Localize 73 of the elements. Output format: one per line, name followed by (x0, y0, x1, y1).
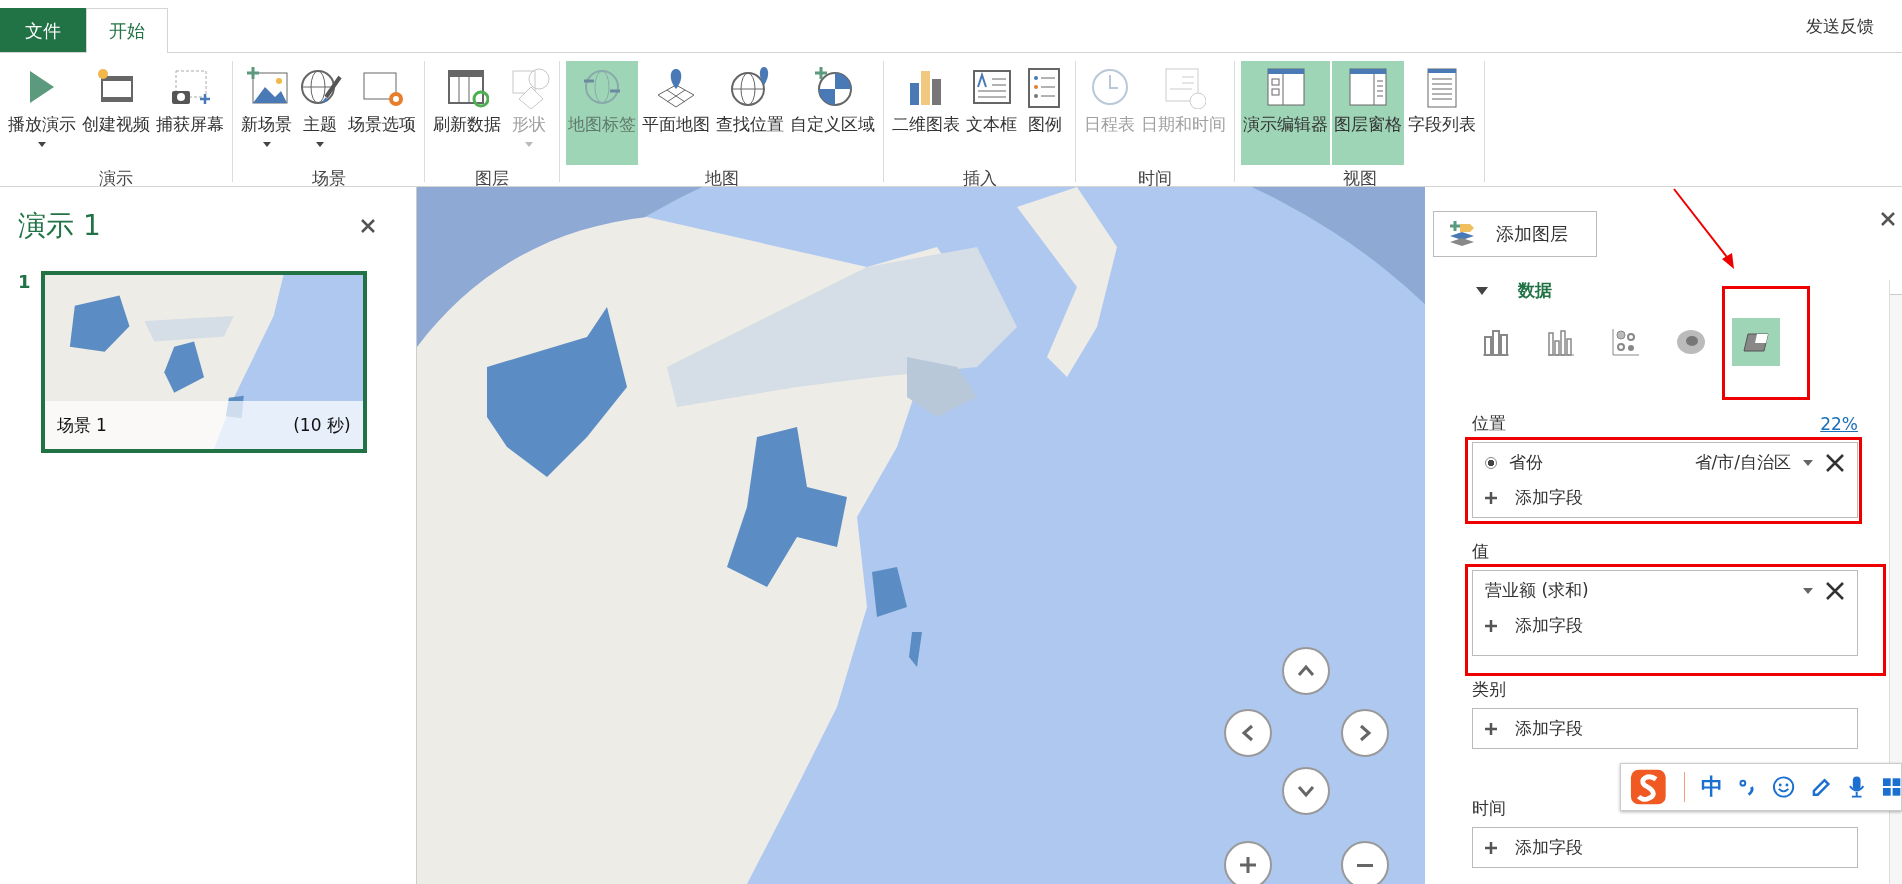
section-title: 数据 (1518, 279, 1552, 302)
group-label: 场景 (311, 167, 346, 190)
caret-icon (525, 142, 533, 147)
minus-icon (1357, 863, 1373, 867)
group-label: 地图 (704, 167, 739, 190)
close-icon[interactable] (1880, 211, 1896, 227)
ribbon-button[interactable]: 场景选项 (346, 61, 418, 165)
window-icon (1346, 65, 1390, 109)
microphone-icon[interactable] (1848, 775, 1866, 799)
group-label: 时间 (1138, 167, 1172, 190)
ribbon-button[interactable]: 图例 (1021, 61, 1069, 165)
plus-icon (1485, 491, 1497, 504)
ribbon-button[interactable]: 新场景 (239, 61, 294, 165)
caret-icon (316, 142, 324, 147)
field-name: 营业额 (求和) (1485, 579, 1590, 602)
plus-icon (1485, 619, 1497, 632)
well-label: 时间 (1472, 797, 1506, 820)
plus-icon (1485, 841, 1497, 854)
ribbon-button[interactable]: 查找位置 (714, 61, 786, 165)
ribbon-button[interactable]: 刷新数据 (431, 61, 503, 165)
punctuation-icon[interactable] (1738, 777, 1756, 797)
ribbon-button[interactable]: 捕获屏幕 (154, 61, 226, 165)
ribbon-button[interactable]: 演示编辑器 (1241, 61, 1330, 165)
grid-icon[interactable] (1881, 777, 1901, 797)
field-name: 省份 (1509, 451, 1544, 474)
feedback-link[interactable]: 发送反馈 (1778, 0, 1902, 52)
ribbon-tab[interactable]: 开始 (86, 8, 168, 53)
add-field-button[interactable]: 添加字段 (1485, 717, 1845, 740)
ime-logo-icon (1629, 767, 1668, 807)
dropdown-caret-icon[interactable] (1803, 587, 1813, 594)
scene-number: 1 (18, 271, 31, 294)
scene-duration: (10 秒) (293, 413, 351, 437)
scene-name: 场景 1 (56, 413, 107, 437)
caret-icon (262, 142, 271, 147)
ribbon-button[interactable]: 平面地图 (640, 61, 712, 165)
well-label: 类别 (1472, 678, 1506, 701)
plus-icon (1485, 722, 1497, 735)
remove-icon[interactable] (1825, 452, 1845, 473)
ribbon-button[interactable]: 文本框 (964, 61, 1019, 165)
plus-icon (1238, 855, 1258, 875)
smiley-icon[interactable] (1771, 775, 1796, 799)
group-label: 图层 (475, 167, 509, 190)
radio-button[interactable] (1485, 456, 1497, 469)
caret-icon (38, 142, 46, 147)
group-label: 插入 (962, 167, 997, 190)
group-label: 视图 (1342, 167, 1377, 190)
remove-icon[interactable] (1825, 580, 1845, 601)
scrollbar[interactable] (1889, 280, 1902, 884)
scene-thumbnail[interactable]: 场景 1 (10 秒) (40, 271, 367, 453)
pencil-icon[interactable] (1811, 776, 1833, 798)
expand-triangle-icon[interactable] (1476, 284, 1488, 297)
add-field-button[interactable]: 添加字段 (1485, 836, 1845, 859)
add-field-button[interactable]: 添加字段 (1485, 486, 1845, 509)
ribbon-button[interactable]: 字段列表 (1406, 61, 1478, 165)
ribbon-button[interactable]: 图层窗格 (1332, 61, 1404, 165)
well-label: 位置 (1472, 412, 1506, 435)
ribbon-button[interactable]: 自定义区域 (788, 61, 877, 165)
input-mode-label[interactable]: 中 (1683, 772, 1723, 802)
visualization-type-button[interactable] (1732, 318, 1780, 366)
ribbon-button[interactable]: 播放演示 (6, 61, 78, 165)
ribbon-button[interactable]: 主题 (296, 61, 344, 165)
tour-title: 演示 1 (18, 208, 101, 244)
well-label: 值 (1472, 540, 1489, 563)
file-tab[interactable]: 文件 (0, 8, 86, 52)
group-label: 演示 (99, 167, 133, 190)
dropdown-caret-icon[interactable] (1803, 459, 1813, 466)
add-layer-button[interactable]: 添加图层 (1433, 211, 1597, 257)
close-icon[interactable] (360, 218, 376, 234)
field-type: 省/市/自治区 (1694, 451, 1791, 474)
ribbon-button[interactable]: 创建视频 (80, 61, 152, 165)
percent-link[interactable]: 22% (1820, 412, 1858, 435)
ribbon-button[interactable]: 二维图表 (890, 61, 962, 165)
add-field-button[interactable]: 添加字段 (1485, 614, 1845, 637)
